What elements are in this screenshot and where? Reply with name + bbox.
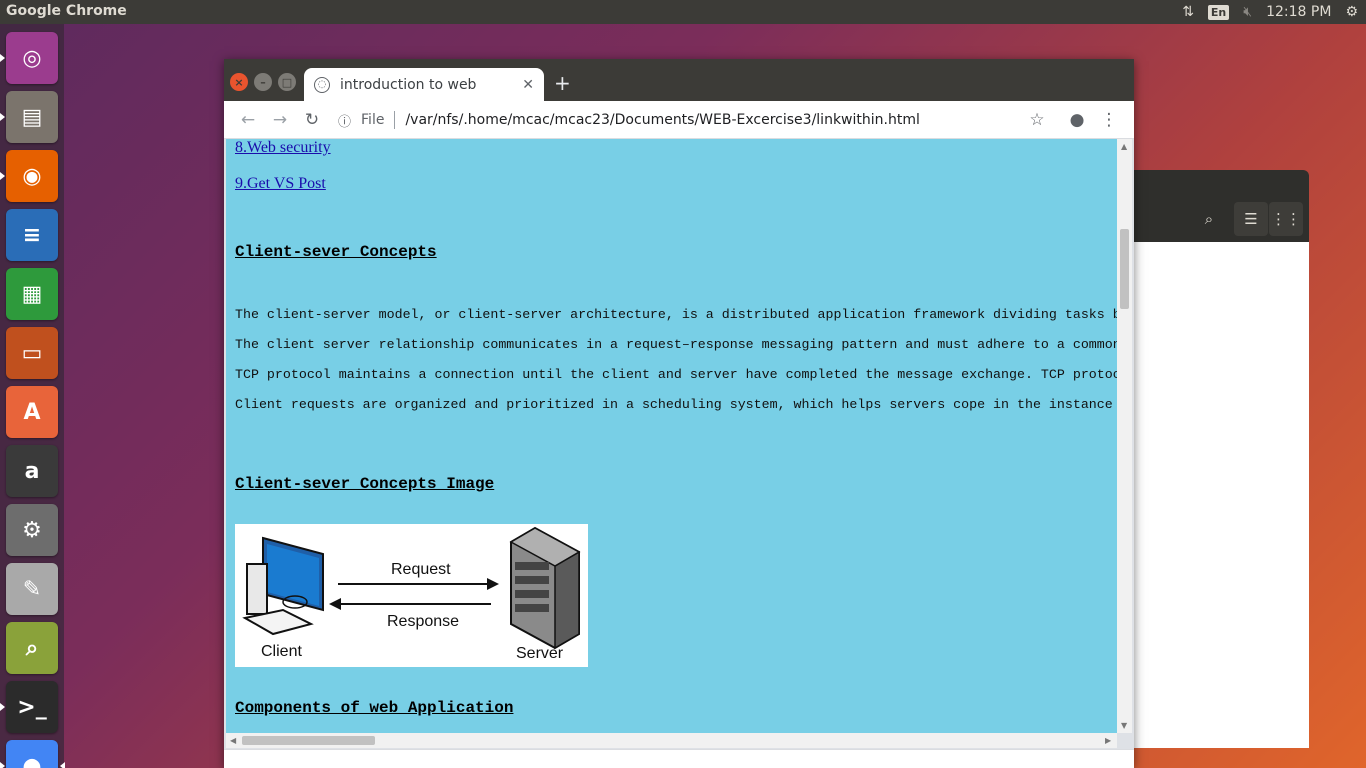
chrome-window: × – □ ◌ introduction to web ✕ + ← → ↻ ⓘ … [224,59,1134,768]
request-label: Request [391,561,451,578]
clock[interactable]: 12:18 PM [1266,0,1331,24]
server-rack-icon [509,526,581,650]
scroll-down-arrow-icon[interactable]: ▼ [1121,721,1127,730]
minimize-window-button[interactable]: – [254,73,272,91]
close-window-button[interactable]: × [230,73,248,91]
chrome-menu-icon[interactable]: ⋮ [1098,109,1120,131]
focused-indicator [60,762,65,768]
info-icon[interactable]: ⓘ [338,111,351,130]
heading-components: Components of web Application [235,699,514,717]
search-icon[interactable]: ⌕ [1192,202,1226,236]
new-tab-button[interactable]: + [554,73,571,93]
globe-icon: ◌ [314,76,330,93]
vertical-scrollbar[interactable]: ▲ ▼ [1117,139,1132,733]
network-icon[interactable]: ⇅ [1182,0,1194,24]
back-arrow-icon[interactable]: ← [237,109,259,131]
calc-icon[interactable]: ▦ [6,268,58,320]
keyboard-language[interactable]: En [1207,0,1230,24]
tab-strip: × – □ ◌ introduction to web ✕ + [224,59,1134,101]
terminal-icon[interactable]: >_ [6,681,58,733]
client-server-diagram: Request Response Client Server [235,524,588,667]
system-tray: ⇅ En 🔇︎ 12:18 PM ⚙ [1182,0,1358,24]
amazon-icon[interactable]: a [6,445,58,497]
profile-avatar-icon[interactable]: ● [1066,109,1088,131]
server-label: Server [516,645,564,662]
url-text[interactable]: /var/nfs/.home/mcac/mcac23/Documents/WEB… [405,112,919,128]
link-web-security[interactable]: 8.Web security [235,139,331,157]
address-bar[interactable]: ⓘ File /var/nfs/.home/mcac/mcac23/Docume… [338,105,1052,135]
running-indicator [0,762,5,768]
url-scheme: File [361,112,385,128]
horizontal-scroll-thumb[interactable] [242,736,375,745]
writer-icon[interactable]: ≡ [6,209,58,261]
heading-client-server-concepts: Client-sever Concepts [235,243,437,261]
software-center-icon[interactable]: A [6,386,58,438]
running-indicator [0,54,5,62]
firefox-icon[interactable]: ◉ [6,150,58,202]
list-view-icon[interactable]: ☰ [1234,202,1268,236]
page-viewport[interactable]: 8.Web security 9.Get VS Post Client-seve… [226,139,1117,733]
scroll-right-arrow-icon[interactable]: ▶ [1105,736,1111,745]
files-content [1120,242,1309,748]
vertical-scroll-thumb[interactable] [1120,229,1129,309]
maximize-window-button[interactable]: □ [278,73,296,91]
system-menu-gear-icon[interactable]: ⚙ [1345,0,1358,24]
reload-icon[interactable]: ↻ [301,109,323,131]
search-tool-icon[interactable]: ⌕ [6,622,58,674]
url-separator [394,111,396,129]
browser-tab[interactable]: ◌ introduction to web ✕ [304,68,544,101]
scroll-left-arrow-icon[interactable]: ◀ [230,736,236,745]
volume-muted-icon[interactable]: 🔇︎ [1243,0,1252,24]
close-tab-icon[interactable]: ✕ [522,77,534,93]
download-shelf [224,749,1134,768]
chrome-icon[interactable]: ● [6,740,58,768]
running-indicator [0,172,5,180]
client-label: Client [261,643,302,660]
paragraph-4: Client requests are organized and priori… [235,397,1117,412]
files-headerbar: ⌕ ☰ ⋮⋮ [1120,170,1309,242]
grid-view-icon[interactable]: ⋮⋮ [1269,202,1303,236]
active-app-name: Google Chrome [6,3,127,19]
launcher: ◎ ▤ ◉ ≡ ▦ ▭ Aa ⚙ ✎ ⌕ >_ ● [0,24,65,768]
client-computer-icon [242,536,324,636]
response-label: Response [387,613,459,630]
background-files-window[interactable]: ⌕ ☰ ⋮⋮ [1120,170,1309,748]
system-settings-icon[interactable]: ⚙ [6,504,58,556]
heading-concepts-image: Client-sever Concepts Image [235,475,495,493]
paragraph-3: TCP protocol maintains a connection unti… [235,367,1117,382]
link-get-vs-post[interactable]: 9.Get VS Post [235,175,326,193]
ubuntu-dash-icon[interactable]: ◎ [6,32,58,84]
impress-icon[interactable]: ▭ [6,327,58,379]
paragraph-1: The client-server model, or client-serve… [235,307,1117,322]
running-indicator [0,703,5,711]
horizontal-scrollbar[interactable]: ◀ ▶ [226,733,1117,748]
files-icon[interactable]: ▤ [6,91,58,143]
scroll-up-arrow-icon[interactable]: ▲ [1121,142,1127,151]
tab-title: introduction to web [340,76,477,93]
paragraph-2: The client server relationship communica… [235,337,1117,352]
forward-arrow-icon[interactable]: → [269,109,291,131]
browser-toolbar: ← → ↻ ⓘ File /var/nfs/.home/mcac/mcac23/… [224,101,1134,139]
bookmark-star-icon[interactable]: ☆ [1026,109,1048,131]
running-indicator [0,113,5,121]
top-panel: Google Chrome ⇅ En 🔇︎ 12:18 PM ⚙ [0,0,1366,24]
text-editor-icon[interactable]: ✎ [6,563,58,615]
